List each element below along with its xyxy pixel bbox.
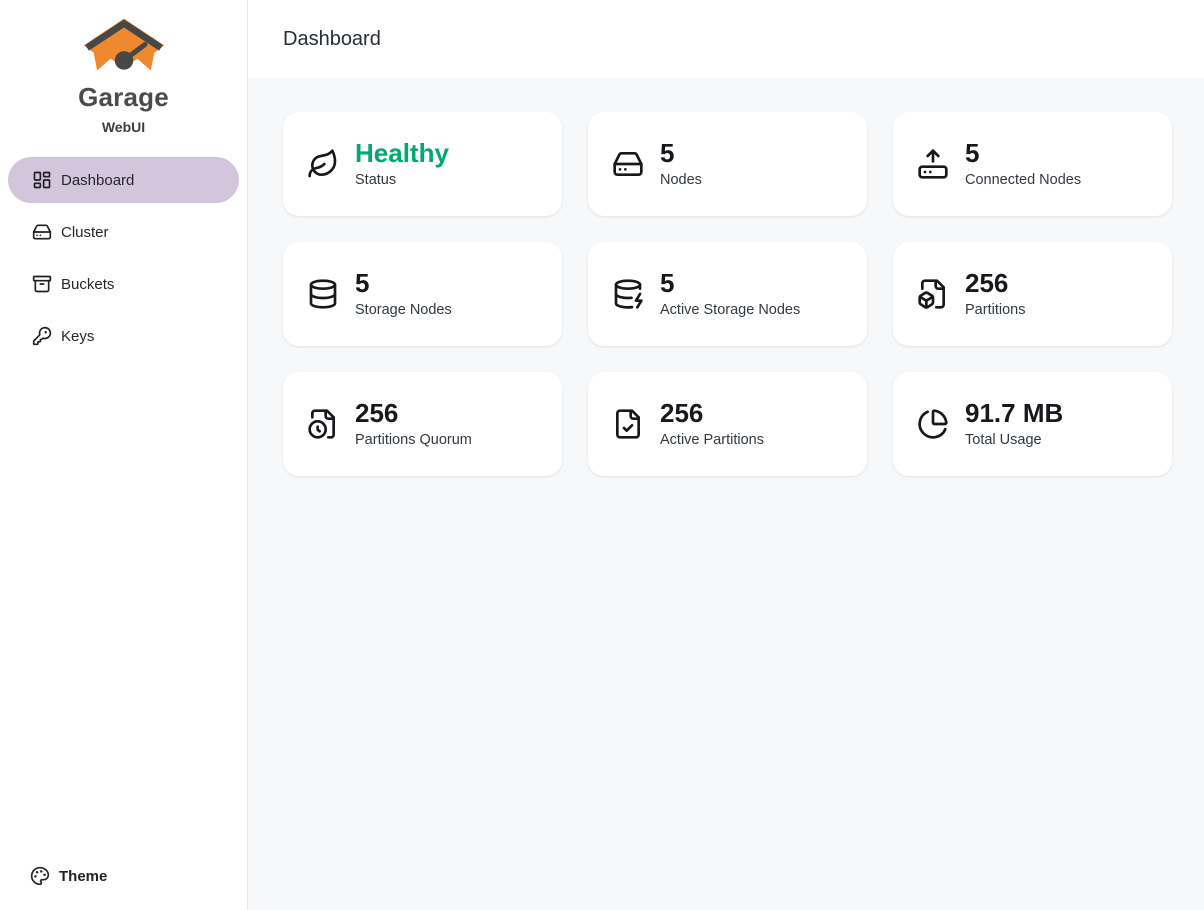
sidebar-item-label: Dashboard — [61, 172, 134, 189]
file-clock-icon — [307, 408, 339, 440]
app-name: Garage — [78, 82, 169, 113]
theme-button-label: Theme — [59, 868, 107, 885]
stat-label: Total Usage — [965, 431, 1063, 450]
file-check-icon — [612, 408, 644, 440]
layout-dashboard-icon — [32, 170, 52, 190]
hard-drive-icon — [612, 148, 644, 180]
stat-label: Connected Nodes — [965, 171, 1081, 190]
hard-drive-upload-icon — [917, 148, 949, 180]
sidebar-item-cluster[interactable]: Cluster — [8, 209, 239, 255]
stat-value: 256 — [965, 268, 1025, 298]
stat-label: Storage Nodes — [355, 301, 452, 320]
palette-icon — [30, 866, 50, 886]
key-round-icon — [32, 326, 52, 346]
file-box-icon — [917, 278, 949, 310]
sidebar: Garage WebUI Dashboard Cluster Buckets K… — [0, 0, 248, 910]
stat-label: Status — [355, 171, 449, 190]
app-logo: Garage WebUI — [0, 0, 247, 135]
stat-value: 5 — [660, 138, 702, 168]
stat-card: 256 Active Partitions — [588, 372, 867, 476]
stats-grid: Healthy Status 5 Nodes 5 Connected Nodes… — [283, 112, 1172, 476]
app-subtitle: WebUI — [102, 119, 145, 135]
stat-label: Active Storage Nodes — [660, 301, 800, 320]
sidebar-item-keys[interactable]: Keys — [8, 313, 239, 359]
stat-label: Active Partitions — [660, 431, 764, 450]
chart-pie-icon — [917, 408, 949, 440]
stat-label: Partitions Quorum — [355, 431, 472, 450]
stat-value: 5 — [355, 268, 452, 298]
stat-card: 256 Partitions Quorum — [283, 372, 562, 476]
database-zap-icon — [612, 278, 644, 310]
stat-card: 5 Nodes — [588, 112, 867, 216]
main-area: Dashboard Healthy Status 5 Nodes 5 Conne… — [248, 0, 1204, 910]
stat-card: Healthy Status — [283, 112, 562, 216]
garage-logo-icon — [82, 16, 166, 78]
sidebar-item-label: Keys — [61, 328, 94, 345]
stat-card: 256 Partitions — [893, 242, 1172, 346]
stat-label: Partitions — [965, 301, 1025, 320]
database-icon — [307, 278, 339, 310]
theme-button[interactable]: Theme — [0, 856, 247, 896]
stat-value: 256 — [660, 398, 764, 428]
page-header: Dashboard — [248, 0, 1204, 78]
hard-drive-icon — [32, 222, 52, 242]
sidebar-item-buckets[interactable]: Buckets — [8, 261, 239, 307]
sidebar-item-dashboard[interactable]: Dashboard — [8, 157, 239, 203]
leaf-icon — [307, 148, 339, 180]
sidebar-item-label: Cluster — [61, 224, 109, 241]
stat-value: 256 — [355, 398, 472, 428]
stat-value: 5 — [660, 268, 800, 298]
stat-value: Healthy — [355, 138, 449, 168]
sidebar-item-label: Buckets — [61, 276, 114, 293]
sidebar-nav: Dashboard Cluster Buckets Keys — [0, 157, 247, 359]
stat-value: 5 — [965, 138, 1081, 168]
stat-card: 5 Active Storage Nodes — [588, 242, 867, 346]
sidebar-spacer — [0, 359, 247, 856]
page-title: Dashboard — [283, 28, 381, 51]
stat-label: Nodes — [660, 171, 702, 190]
stat-card: 5 Connected Nodes — [893, 112, 1172, 216]
stat-card: 5 Storage Nodes — [283, 242, 562, 346]
dashboard-content: Healthy Status 5 Nodes 5 Connected Nodes… — [248, 78, 1204, 476]
archive-icon — [32, 274, 52, 294]
stat-value: 91.7 MB — [965, 398, 1063, 428]
stat-card: 91.7 MB Total Usage — [893, 372, 1172, 476]
